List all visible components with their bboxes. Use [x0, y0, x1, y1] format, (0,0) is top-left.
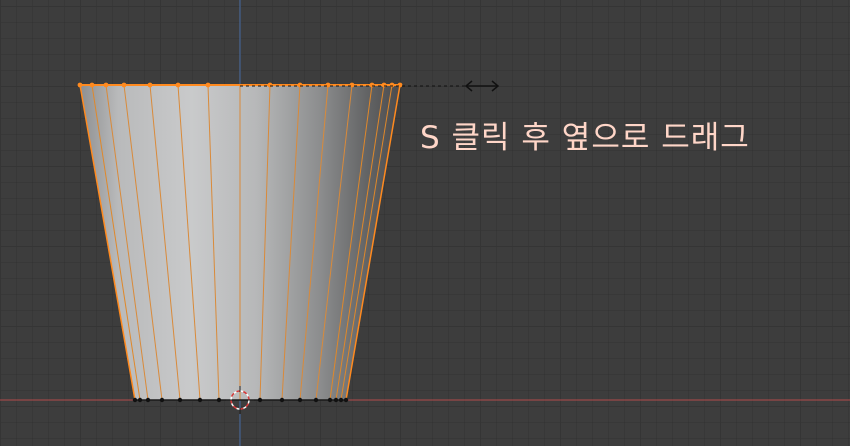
3d-viewport[interactable]: S 클릭 후 옆으로 드래그 [0, 0, 850, 446]
double-arrow-horizontal-icon [464, 80, 500, 92]
viewport-scene [0, 0, 850, 446]
instruction-annotation: S 클릭 후 옆으로 드래그 [420, 120, 750, 156]
